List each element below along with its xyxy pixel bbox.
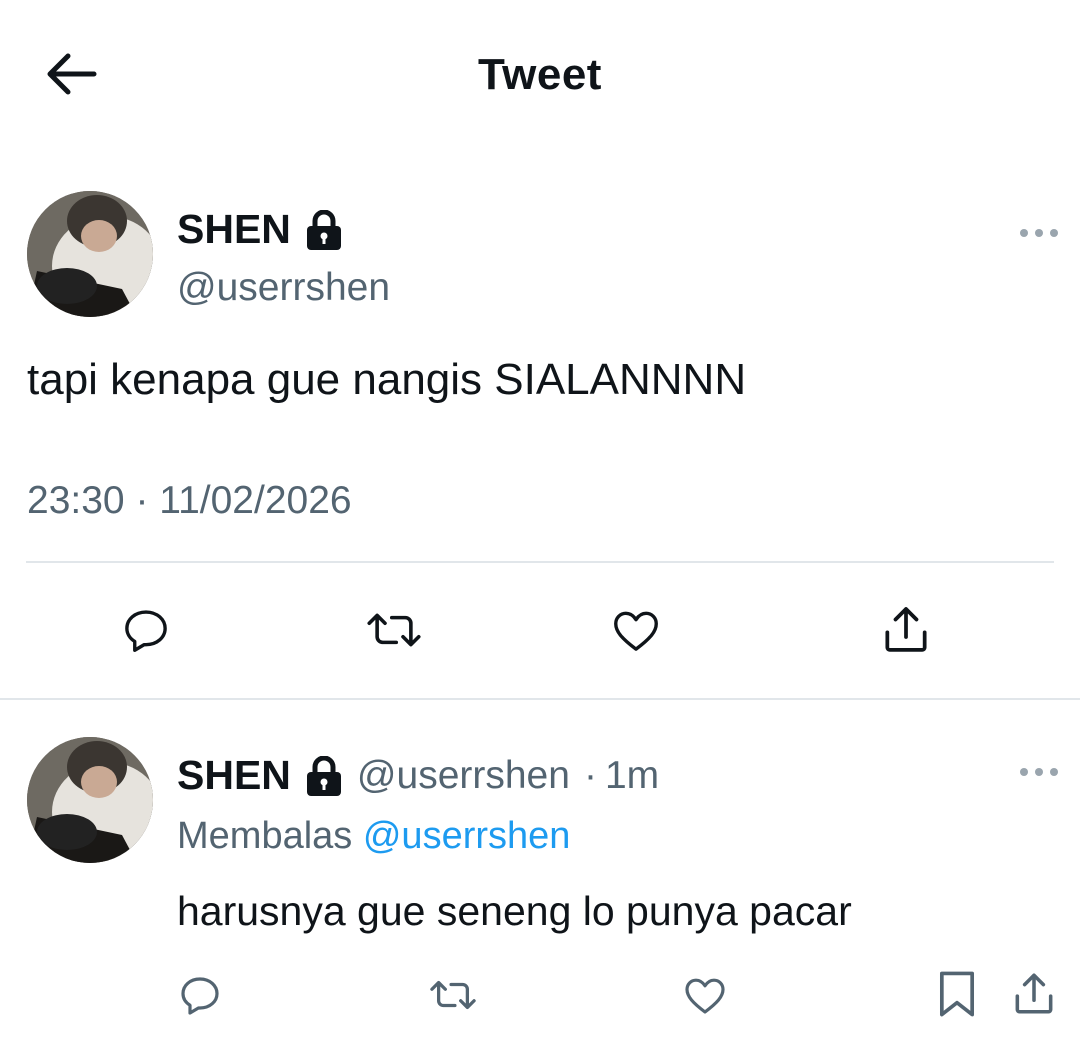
lock-icon xyxy=(306,755,341,796)
like-button[interactable] xyxy=(678,968,732,1022)
reply-icon xyxy=(181,977,219,1015)
divider xyxy=(26,561,1054,563)
tweet-age: 1m xyxy=(604,753,660,797)
reply-text: harusnya gue seneng lo punya pacar xyxy=(177,888,852,934)
bookmark-button[interactable] xyxy=(932,966,982,1022)
like-icon xyxy=(685,978,725,1014)
retweet-icon xyxy=(367,613,421,647)
replying-to: Membalas @userrshen xyxy=(177,815,570,858)
avatar-photo xyxy=(27,191,153,317)
avatar-photo xyxy=(27,737,153,863)
handle: @userrshen xyxy=(356,753,570,797)
meta-separator: · xyxy=(135,479,149,522)
retweet-button[interactable] xyxy=(424,968,482,1022)
lock-icon xyxy=(306,209,341,250)
share-button[interactable] xyxy=(1006,966,1062,1022)
share-button[interactable] xyxy=(874,600,938,660)
reply-button[interactable] xyxy=(172,968,228,1022)
display-name-text: SHEN xyxy=(177,752,291,798)
reply-header[interactable]: SHEN @userrshen · 1m xyxy=(177,752,659,799)
like-button[interactable] xyxy=(605,600,667,660)
page-title: Tweet xyxy=(478,50,602,99)
avatar[interactable] xyxy=(27,191,153,317)
share-icon xyxy=(1015,973,1053,1014)
like-icon xyxy=(614,611,658,651)
reply-button[interactable] xyxy=(114,600,178,660)
more-icon xyxy=(1020,229,1058,237)
tweet-timestamp[interactable]: 23:30 · 11/02/2026 xyxy=(27,479,352,523)
display-name[interactable]: SHEN xyxy=(177,206,343,253)
more-options-button[interactable] xyxy=(1018,226,1060,238)
more-options-button[interactable] xyxy=(1018,765,1060,777)
more-icon xyxy=(1020,768,1058,776)
replying-to-link[interactable]: @userrshen xyxy=(363,815,571,857)
retweet-icon xyxy=(430,980,476,1010)
divider xyxy=(0,698,1080,700)
display-name-text: SHEN xyxy=(177,206,291,252)
tweet-text: tapi kenapa gue nangis SIALANNNN xyxy=(27,355,747,404)
replying-label: Membalas xyxy=(177,815,353,857)
tweet-time: 23:30 xyxy=(27,479,125,522)
handle[interactable]: @userrshen xyxy=(177,266,390,310)
avatar[interactable] xyxy=(27,737,153,863)
meta-separator: · xyxy=(583,753,597,797)
bookmark-icon xyxy=(939,971,975,1017)
reply-icon xyxy=(125,610,167,652)
tweet-date: 11/02/2026 xyxy=(159,479,352,522)
retweet-button[interactable] xyxy=(359,600,429,660)
share-icon xyxy=(885,607,927,652)
